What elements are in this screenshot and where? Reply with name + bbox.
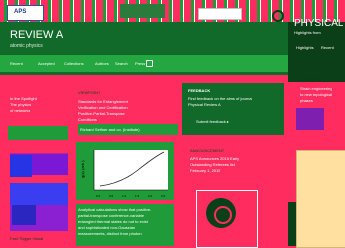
nav-recent[interactable]: Recent <box>10 61 23 66</box>
announcement-title: ANNOUNCEMENT <box>190 148 225 153</box>
left-green-bar <box>8 126 68 140</box>
article-title-4[interactable]: Conditions <box>78 117 97 122</box>
right-panel-thumbnail[interactable] <box>296 108 324 130</box>
plot-xtick-0: 0.0 <box>96 194 101 198</box>
aps-logo[interactable]: APS <box>7 5 44 21</box>
right-panel-subtitle: Highlights from <box>294 30 321 35</box>
feedback-title: FEEDBACK <box>188 88 211 93</box>
article-body-5: measurements, distinct from photon <box>78 231 142 236</box>
nav-collections[interactable]: Collections <box>64 61 84 66</box>
top-glitch-block <box>120 4 165 18</box>
plot-ylabel: g(x) (arb.) <box>80 160 85 178</box>
left-cover-block <box>12 205 36 225</box>
right-panel-item-1[interactable]: Strain engineering <box>300 86 332 91</box>
journal-title: REVIEW A <box>10 29 64 41</box>
plot-xtick-3: 1.5 <box>135 194 140 198</box>
article-byline: Richard Seifner and co. (Institute) <box>80 127 140 132</box>
feedback-link[interactable]: Submit feedback ▸ <box>196 119 229 124</box>
journal-subtitle: atomic physics <box>10 43 43 49</box>
logo-text: APS <box>14 9 27 15</box>
feedback-text-1: Find feedback on the aims of journal <box>188 96 253 101</box>
right-panel-item-2[interactable]: to new topological <box>300 92 332 97</box>
left-cover-blue <box>10 155 32 177</box>
article-title-1[interactable]: Standards for Entanglement <box>78 99 128 104</box>
announcement-date: February 1, 2015 <box>190 168 221 173</box>
plot-xtick-4: 2.0 <box>148 194 153 198</box>
left-caption: Fast Trigger Visual <box>10 236 44 241</box>
rss-icon[interactable] <box>146 60 153 67</box>
article-kicker: VIEWPOINT <box>78 90 101 95</box>
yellow-popup[interactable] <box>296 150 345 248</box>
left-heading-2: The physics <box>10 102 32 107</box>
right-panel-title: PHYSICAL <box>294 18 344 29</box>
left-heading-1: In the Spotlight <box>10 96 37 101</box>
article-title-2[interactable]: Verification and Certification <box>78 105 128 110</box>
nav-press[interactable]: Press <box>135 61 145 66</box>
search-box[interactable] <box>198 8 242 20</box>
nav-search[interactable]: Search <box>115 61 128 66</box>
article-body-1: Analytical calculations show that positi… <box>78 207 152 212</box>
plot-figure: g(x) (arb.) 0.0 0.5 1.0 1.5 2.0 2.5 <box>80 150 168 198</box>
nav-accepted[interactable]: Accepted <box>38 61 55 66</box>
plot-xtick-1: 0.5 <box>109 194 114 198</box>
article-body-3: entangled thermal states do not to exist <box>78 219 148 224</box>
left-heading-3: of networks <box>10 108 31 113</box>
article-body-2: partial-transpose conference-variable <box>78 213 145 218</box>
bottom-image-detail <box>214 206 232 224</box>
right-panel-section: ANNOUNCEMENT <box>300 76 335 81</box>
right-panel-item-3[interactable]: phases <box>300 98 313 103</box>
article-title-3[interactable]: Positive-Partial-Transpose <box>78 111 125 116</box>
gear-icon[interactable] <box>272 10 284 22</box>
article-body-4: and sophisticated non-Gaussian <box>78 225 136 230</box>
right-panel-nav-highlights[interactable]: Highlights <box>296 45 314 50</box>
feedback-text-2: Physical Review A <box>188 102 221 107</box>
announcement-text-1[interactable]: APS Announces 2015 Early <box>190 156 239 161</box>
plot-xtick-2: 1.0 <box>122 194 127 198</box>
announcement-text-2[interactable]: Outstanding Referees list <box>190 162 235 167</box>
right-panel-nav-recent[interactable]: Recent <box>321 45 334 50</box>
plot-xtick-5: 2.5 <box>161 194 166 198</box>
nav-authors[interactable]: Authors <box>95 61 109 66</box>
